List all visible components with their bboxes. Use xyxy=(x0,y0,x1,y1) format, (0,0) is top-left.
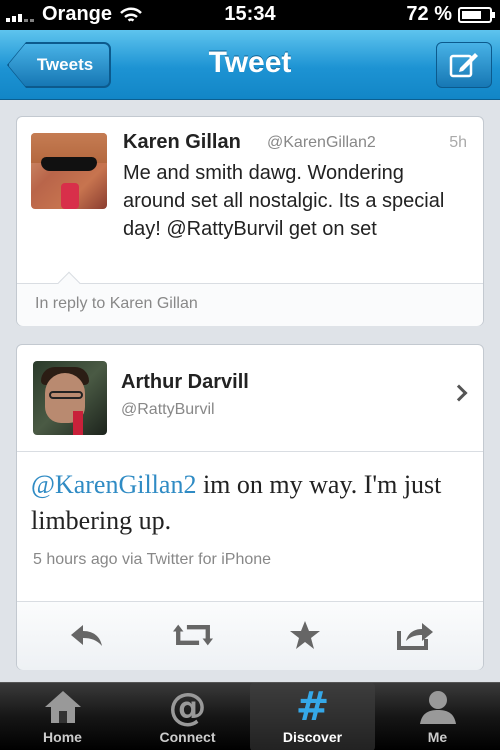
person-icon xyxy=(419,691,456,724)
tweet-text: Me and smith dawg. Wondering around set … xyxy=(123,162,445,240)
chevron-right-icon[interactable] xyxy=(450,384,468,402)
battery-fill xyxy=(462,10,481,19)
in-reply-to-tweet-card[interactable]: Karen Gillan @KarenGillan2 5h Me and smi… xyxy=(16,116,484,326)
status-bar: Orange 15:34 72 % xyxy=(0,0,500,30)
divider xyxy=(17,451,483,452)
author-handle: @KarenGillan2 xyxy=(267,134,376,151)
share-button[interactable] xyxy=(395,618,435,652)
reply-context-row: In reply to Karen Gillan xyxy=(17,271,483,326)
navigation-bar: Tweets Tweet xyxy=(0,30,500,100)
tab-bar: Home @ Connect # Discover Me xyxy=(0,682,500,750)
tab-label: Connect xyxy=(159,729,216,745)
tab-label: Me xyxy=(427,729,448,745)
author-name[interactable]: Karen Gillan xyxy=(123,131,241,154)
reply-icon xyxy=(71,625,102,646)
tweet-meta: 5 hours ago via Twitter for iPhone xyxy=(33,551,272,568)
share-icon xyxy=(397,623,433,650)
tab-home[interactable]: Home xyxy=(0,683,125,750)
battery-percent: 72 % xyxy=(406,3,452,25)
tweet-actions xyxy=(17,601,483,670)
battery-icon xyxy=(458,6,495,23)
status-right: 72 % xyxy=(406,3,495,26)
tweet-time: 5h xyxy=(449,134,467,151)
retweet-button[interactable] xyxy=(173,618,213,652)
reply-notch xyxy=(57,271,81,295)
tab-me[interactable]: Me xyxy=(375,683,500,750)
compose-button[interactable] xyxy=(436,42,492,88)
reply-context-text: In reply to Karen Gillan xyxy=(35,295,198,312)
at-icon: @ xyxy=(168,685,207,729)
home-icon xyxy=(44,691,81,723)
page-title: Tweet xyxy=(208,46,292,79)
tweet-text: @KarenGillan2 im on my way. I'm just lim… xyxy=(31,467,471,539)
tab-label: Discover xyxy=(282,729,343,745)
favorite-button[interactable] xyxy=(285,618,325,652)
favorite-icon xyxy=(290,621,320,649)
tab-label: Home xyxy=(43,729,82,745)
avatar[interactable] xyxy=(31,133,107,209)
avatar[interactable] xyxy=(33,361,107,435)
hash-icon: # xyxy=(295,684,330,730)
reply-button[interactable] xyxy=(67,618,107,652)
tab-connect[interactable]: @ Connect xyxy=(125,683,250,750)
tab-discover[interactable]: # Discover xyxy=(250,683,375,750)
author-name[interactable]: Arthur Darvill xyxy=(121,371,249,394)
retweet-icon xyxy=(173,624,213,646)
main-tweet-card: Arthur Darvill @RattyBurvil @KarenGillan… xyxy=(16,344,484,670)
mention-link[interactable]: @KarenGillan2 xyxy=(31,470,196,499)
compose-icon xyxy=(449,53,478,78)
author-handle: @RattyBurvil xyxy=(121,401,215,418)
